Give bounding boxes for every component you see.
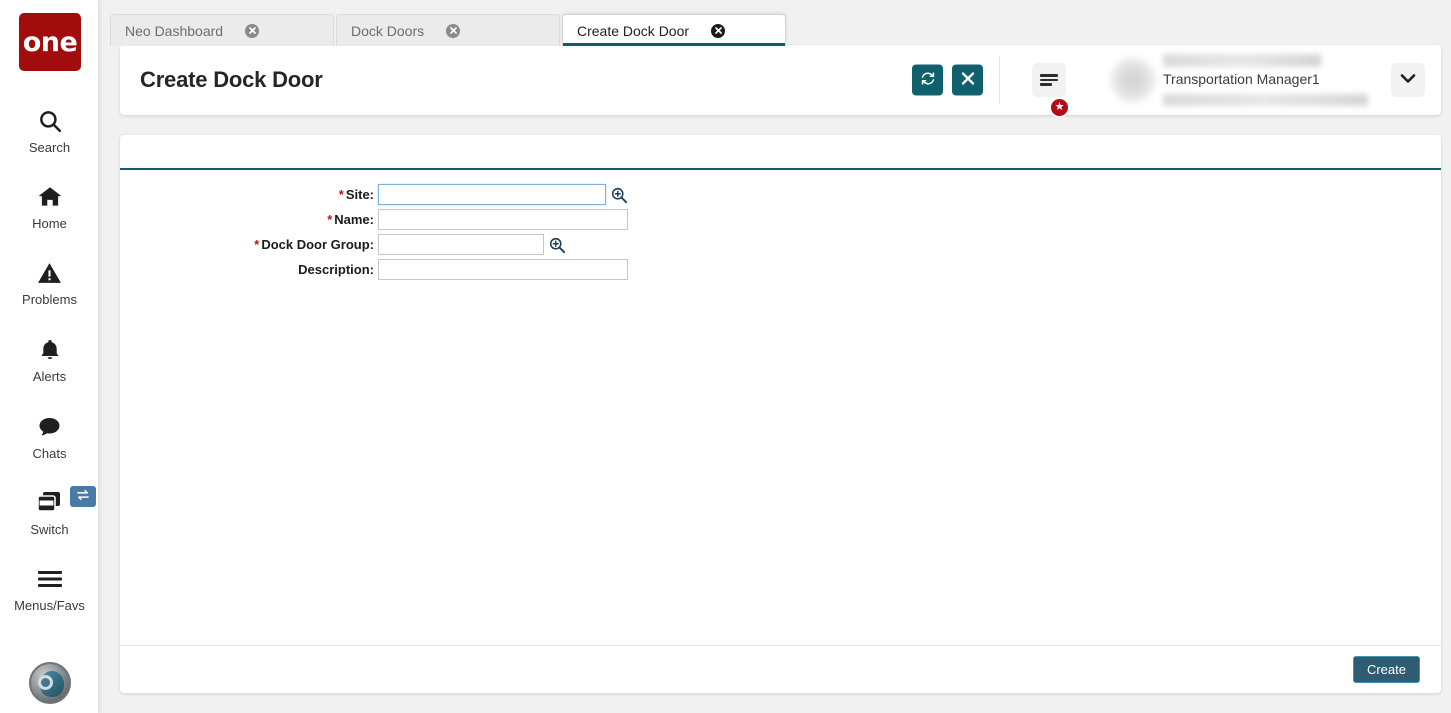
form-row-dock-door-group: * Dock Door Group: — [120, 232, 1441, 257]
star-icon: ★ — [1049, 97, 1070, 118]
form-panel: * Site: * Name: * Dock Door Group: Descr… — [120, 135, 1441, 693]
required-marker: * — [338, 187, 344, 202]
label-description-text: Description: — [298, 262, 374, 277]
avatar-ring-shape — [38, 675, 53, 690]
form-row-site: * Site: — [120, 182, 1441, 207]
user-role-label: Transportation Manager1 — [1163, 71, 1320, 87]
form-row-name: * Name: — [120, 207, 1441, 232]
form-fields-area: * Site: * Name: * Dock Door Group: Descr… — [120, 170, 1441, 643]
favorites-menu-button[interactable] — [1032, 63, 1066, 97]
tab-dock-doors[interactable]: Dock Doors — [336, 14, 560, 46]
label-dock-door-group: * Dock Door Group: — [120, 237, 378, 252]
create-button[interactable]: Create — [1352, 656, 1420, 683]
chat-bubble-icon — [36, 410, 63, 444]
label-dock-door-group-text: Dock Door Group: — [261, 237, 374, 252]
dock-door-group-input[interactable] — [378, 234, 544, 255]
user-text-lines: Transportation Manager1 — [1163, 53, 1373, 107]
tab-label: Neo Dashboard — [125, 22, 224, 39]
form-footer: Create — [120, 645, 1441, 693]
tab-neo-dashboard[interactable]: Neo Dashboard — [110, 14, 334, 46]
user-avatar-icon[interactable] — [29, 662, 71, 704]
dock-door-group-lookup-magnifier-plus-icon[interactable] — [548, 236, 566, 254]
sidebar-label-menus-favs: Menus/Favs — [14, 598, 85, 613]
close-circle-icon[interactable] — [245, 23, 260, 38]
left-sidebar: one Search Home Problems Alerts Chats Sw… — [0, 0, 99, 713]
chevron-down-icon — [1400, 71, 1416, 89]
sidebar-label-chats: Chats — [32, 446, 67, 461]
app-root: one Search Home Problems Alerts Chats Sw… — [0, 0, 1451, 713]
required-marker: * — [327, 212, 333, 227]
burger-line-1 — [1040, 74, 1058, 77]
hamburger-icon — [36, 562, 64, 596]
description-input[interactable] — [378, 259, 628, 280]
close-x-icon — [961, 72, 975, 89]
windows-stack-icon — [35, 486, 65, 520]
site-input[interactable] — [378, 184, 606, 205]
close-page-button[interactable] — [952, 64, 983, 96]
tab-label: Dock Doors — [351, 22, 425, 39]
tab-create-dock-door[interactable]: Create Dock Door — [562, 14, 786, 46]
sidebar-item-chats[interactable]: Chats — [0, 410, 99, 461]
refresh-icon — [920, 71, 936, 90]
label-site-text: Site: — [345, 187, 374, 202]
name-input[interactable] — [378, 209, 628, 230]
avatar — [1111, 58, 1155, 102]
switch-swap-badge[interactable] — [70, 486, 96, 507]
page-title: Create Dock Door — [140, 67, 323, 92]
bell-icon — [38, 333, 62, 367]
tab-strip: Neo Dashboard Dock Doors Create Dock Doo… — [110, 14, 788, 46]
sidebar-label-problems: Problems — [22, 292, 77, 307]
user-name-redacted — [1163, 54, 1321, 67]
refresh-button[interactable] — [912, 64, 943, 96]
close-circle-icon[interactable] — [711, 23, 726, 38]
label-name-text: Name: — [334, 212, 374, 227]
logo-text: one — [22, 26, 78, 58]
sidebar-item-search[interactable]: Search — [0, 104, 99, 155]
user-menu-toggle[interactable] — [1391, 63, 1425, 97]
sidebar-label-home: Home — [32, 216, 67, 231]
site-lookup-magnifier-plus-icon[interactable] — [610, 186, 628, 204]
label-name: * Name: — [120, 212, 378, 227]
search-icon — [37, 104, 63, 138]
label-description: Description: — [120, 262, 378, 277]
sidebar-item-menus-favs[interactable]: Menus/Favs — [0, 562, 99, 613]
hamburger-menu-icon — [1040, 72, 1058, 88]
required-marker: * — [254, 237, 260, 252]
sidebar-item-home[interactable]: Home — [0, 180, 99, 231]
user-org-redacted — [1163, 94, 1368, 106]
sidebar-label-switch: Switch — [30, 522, 69, 537]
page-header: Create Dock Door ★ Transportation Manage… — [120, 45, 1441, 118]
form-toolbar — [120, 135, 1441, 170]
burger-line-2 — [1040, 78, 1058, 82]
one-network-logo[interactable]: one — [19, 13, 81, 71]
close-circle-icon[interactable] — [446, 23, 461, 38]
sidebar-label-search: Search — [28, 140, 71, 155]
form-row-description: Description: — [120, 257, 1441, 282]
home-icon — [36, 180, 64, 214]
user-info-block[interactable]: Transportation Manager1 — [1111, 53, 1373, 107]
header-action-buttons — [912, 64, 983, 96]
label-site: * Site: — [120, 187, 378, 202]
warning-triangle-icon — [36, 256, 63, 290]
sidebar-item-problems[interactable]: Problems — [0, 256, 99, 307]
tab-label: Create Dock Door — [577, 22, 690, 39]
burger-line-3 — [1040, 83, 1052, 86]
sidebar-label-alerts: Alerts — [32, 369, 67, 384]
sidebar-item-alerts[interactable]: Alerts — [0, 333, 99, 384]
header-divider — [999, 56, 1000, 104]
swap-arrows-icon — [76, 488, 90, 506]
